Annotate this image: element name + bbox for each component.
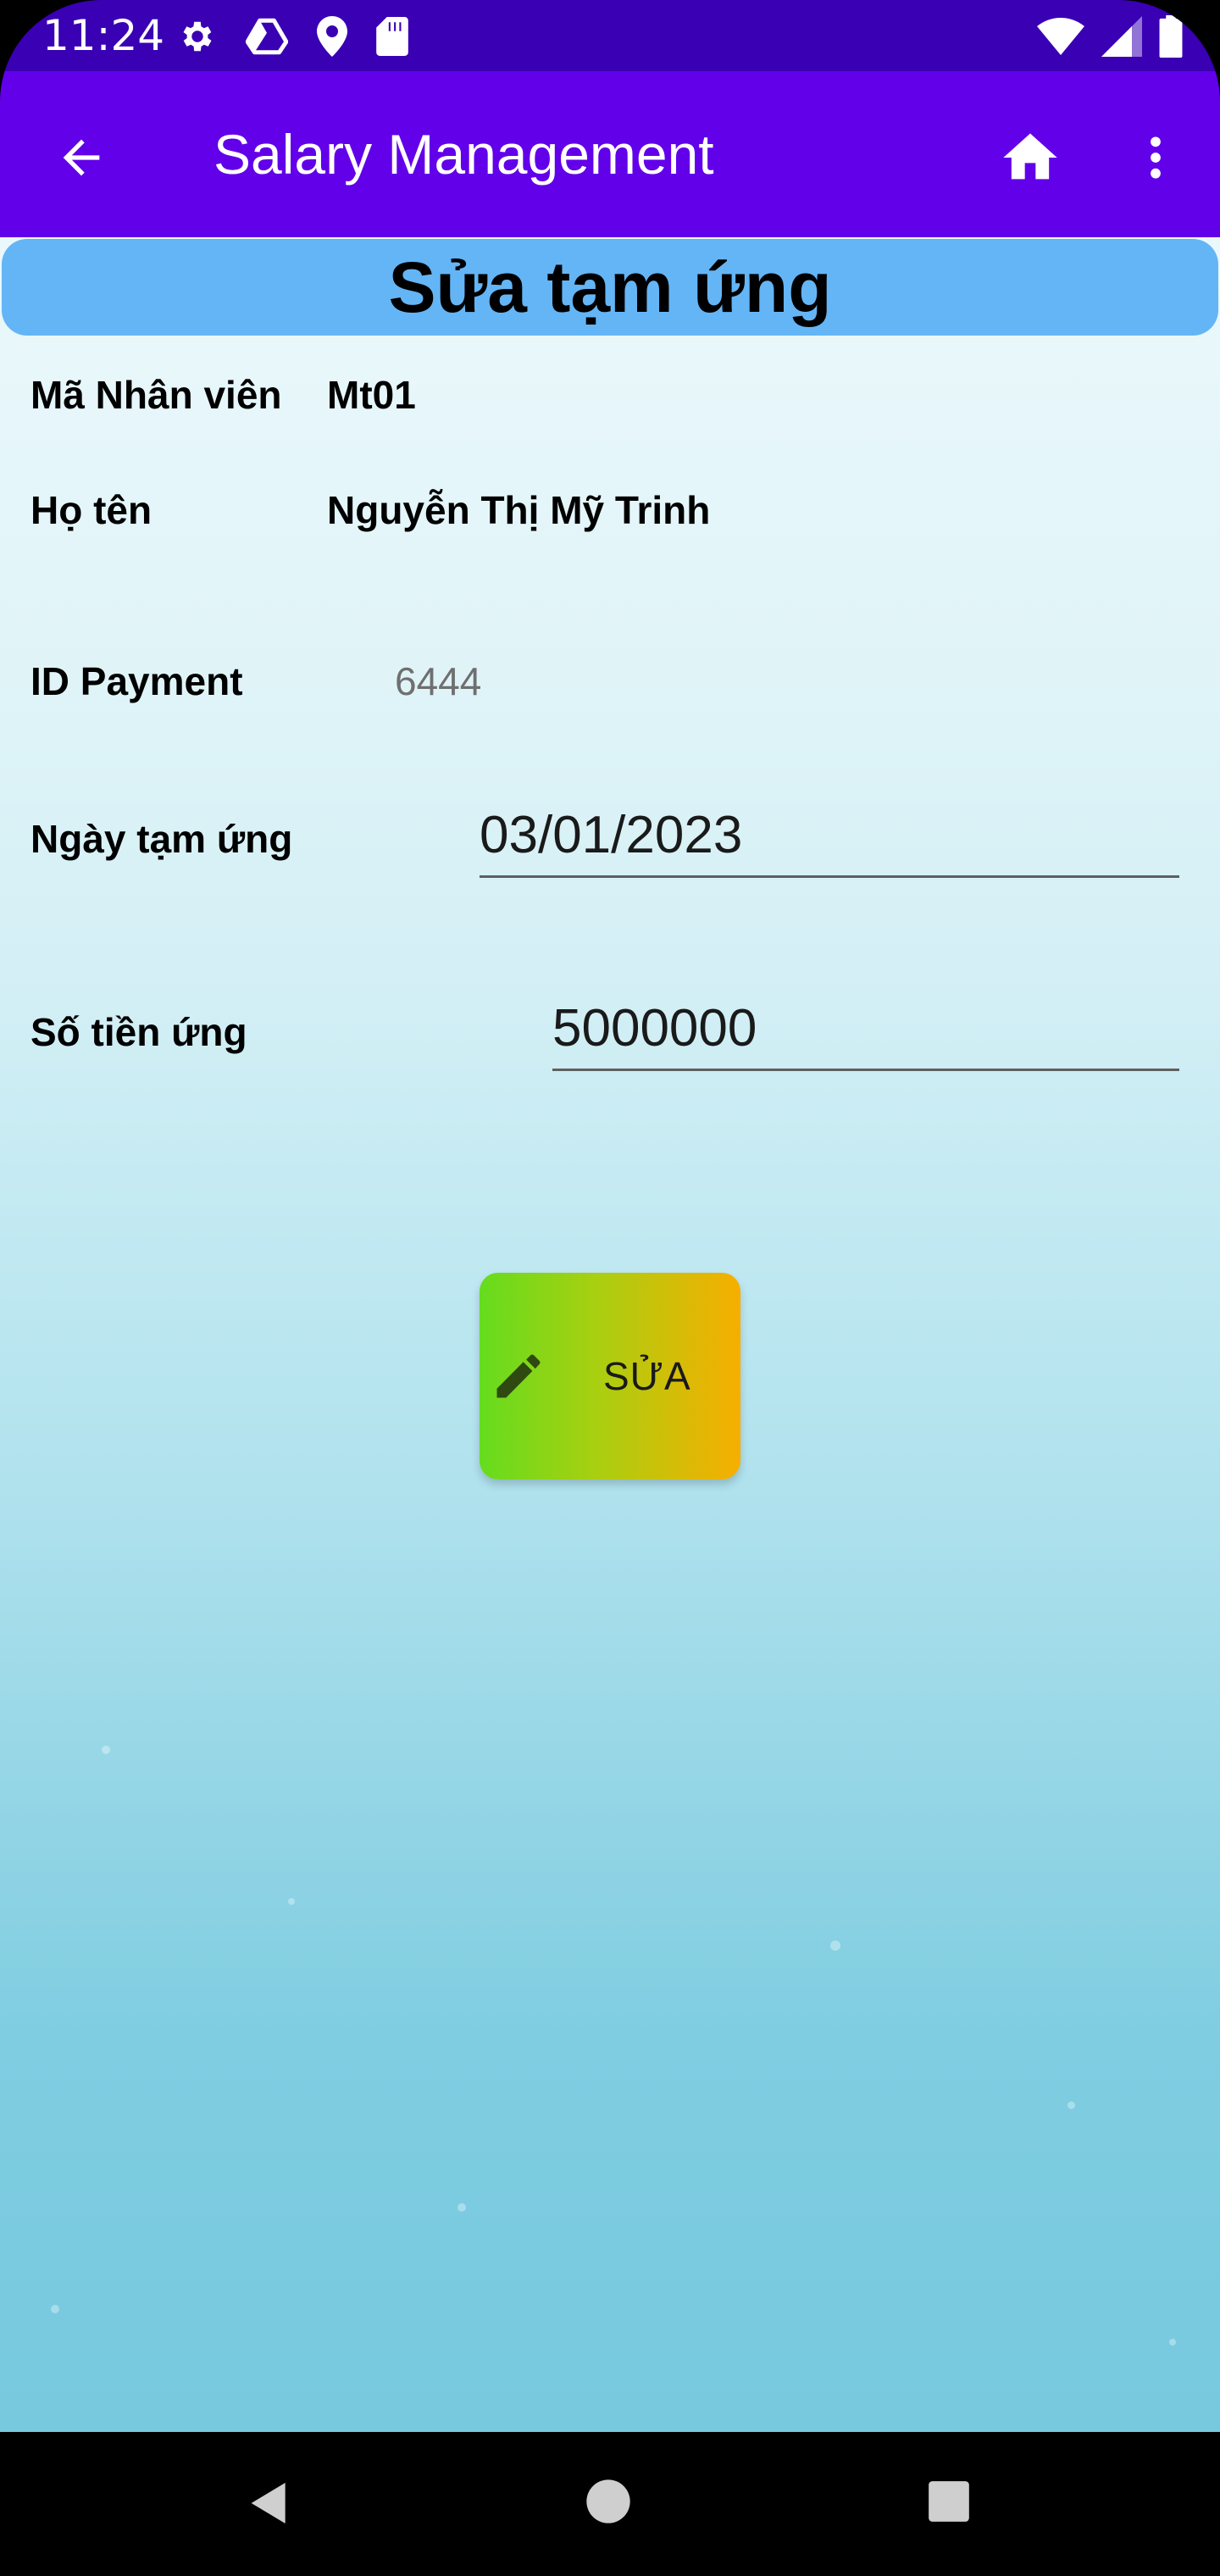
status-time: 11:24 [42, 11, 165, 60]
battery-icon [1159, 15, 1183, 58]
gear-icon [183, 21, 212, 52]
system-nav-bar [0, 2432, 1220, 2576]
employee-id-label: Mã Nhân viên [30, 373, 282, 417]
payment-id-label: ID Payment [30, 659, 243, 703]
status-bar: 11:24 [0, 0, 1220, 71]
arrow-back-icon [63, 139, 100, 176]
pencil-icon [496, 1354, 541, 1398]
phone-screen: 11:24 Salary Management Sửa tạm ứng Mã N… [0, 0, 1220, 2576]
edit-button-label: SỬA [603, 1354, 691, 1398]
signal-icon [1101, 16, 1142, 57]
drive-icon [246, 18, 288, 55]
content-area: Sửa tạm ứng Mã Nhân viên Mt01 Họ tên Ngu… [0, 237, 1220, 2432]
nav-home-icon[interactable] [585, 2478, 632, 2525]
advance-date-label: Ngày tạm ứng [30, 817, 293, 861]
app-bar: Salary Management [0, 71, 1220, 237]
wifi-icon [1037, 18, 1084, 55]
advance-amount-label: Số tiền ứng [30, 1010, 247, 1054]
page-title: Sửa tạm ứng [388, 247, 832, 327]
page-header-banner: Sửa tạm ứng [2, 239, 1218, 336]
sd-card-icon [376, 17, 408, 56]
payment-id-value: 6444 [395, 659, 482, 703]
nav-recent-icon[interactable] [927, 2479, 971, 2523]
more-vert-icon [1151, 136, 1161, 179]
advance-date-field[interactable]: 03/01/2023 [480, 802, 1179, 878]
nav-back-icon[interactable] [242, 2476, 297, 2530]
home-button[interactable] [990, 117, 1071, 198]
more-options-button[interactable] [1115, 117, 1196, 198]
texture-speck [830, 1940, 840, 1951]
location-icon [317, 16, 347, 57]
status-icons-left [178, 15, 408, 58]
back-button[interactable] [41, 117, 122, 198]
texture-speck [458, 2203, 466, 2212]
edit-button[interactable]: SỬA [480, 1273, 740, 1480]
texture-speck [1068, 2101, 1075, 2109]
advance-amount-field[interactable]: 5000000 [552, 995, 1179, 1071]
texture-speck [1169, 2339, 1176, 2346]
employee-id-value: Mt01 [327, 373, 416, 417]
home-icon [1003, 133, 1057, 180]
status-icons-right [1037, 15, 1183, 58]
texture-speck [288, 1898, 295, 1905]
app-title: Salary Management [214, 123, 714, 186]
texture-speck [102, 1746, 110, 1754]
full-name-label: Họ tên [30, 488, 152, 532]
texture-speck [51, 2305, 59, 2313]
full-name-value: Nguyễn Thị Mỹ Trinh [327, 488, 711, 532]
